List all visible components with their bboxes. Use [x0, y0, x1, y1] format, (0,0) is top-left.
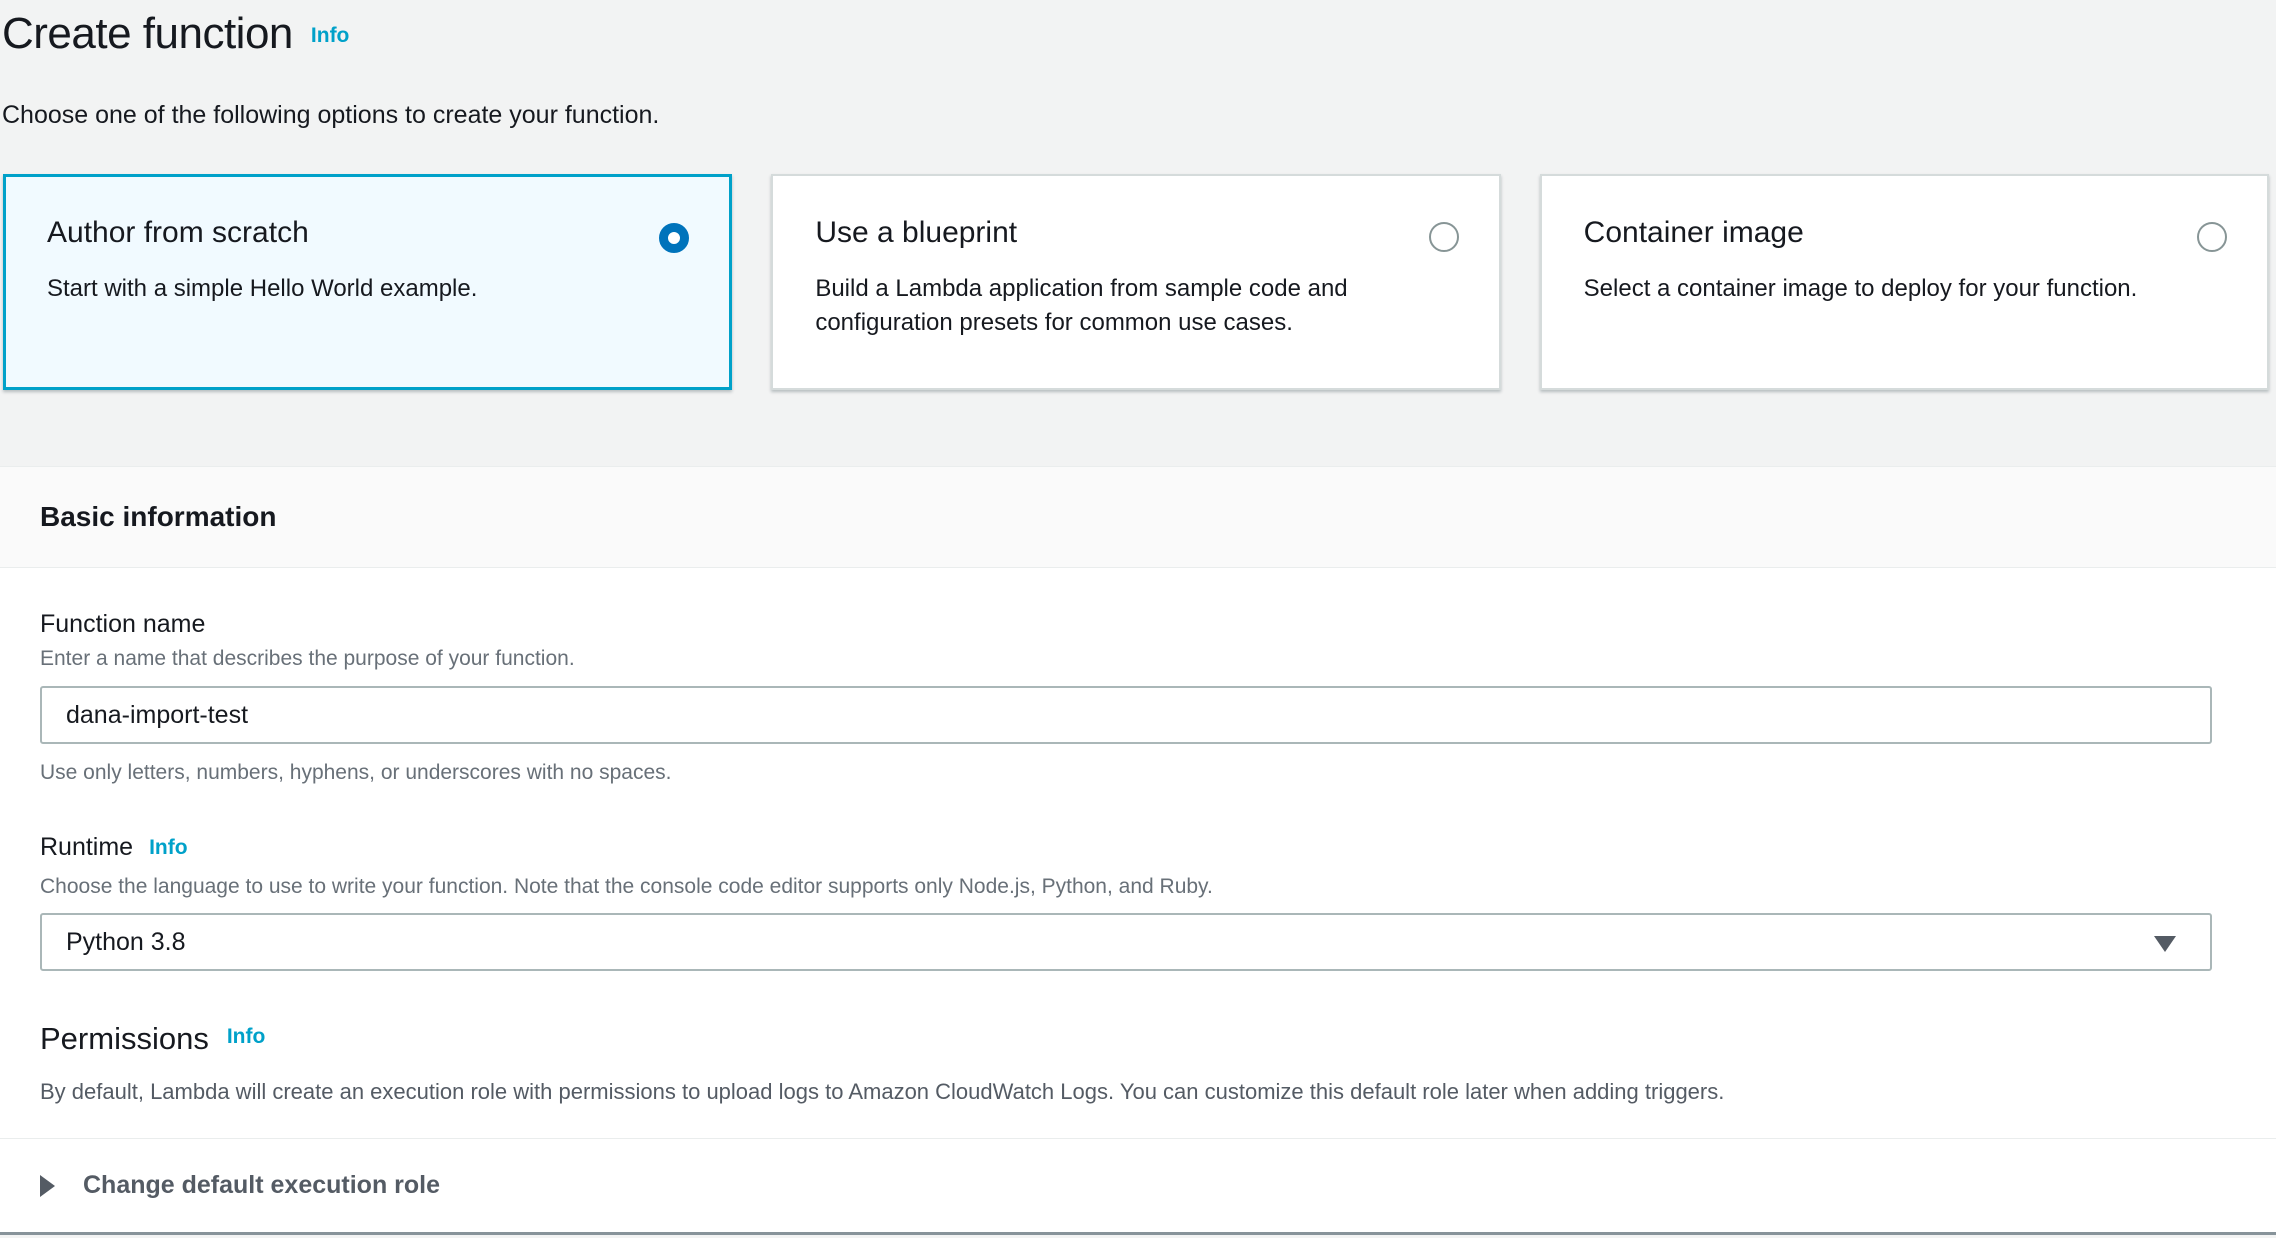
card-title: Container image [1584, 216, 2177, 250]
radio-unselected-icon[interactable] [1429, 222, 1459, 252]
permissions-description: By default, Lambda will create an execut… [40, 1079, 2244, 1105]
radio-selected-icon[interactable] [659, 223, 689, 253]
function-name-label: Function name [40, 610, 2244, 638]
chevron-down-icon [2154, 936, 2176, 952]
section-divider [0, 1232, 2276, 1235]
runtime-info-link[interactable]: Info [149, 836, 187, 859]
function-name-helper: Enter a name that describes the purpose … [40, 647, 2244, 671]
expander-label: Change default execution role [83, 1171, 440, 1200]
card-description: Start with a simple Hello World example. [47, 272, 640, 306]
page-header: Create function Info Choose one of the fo… [0, 0, 2276, 130]
page-subtitle: Choose one of the following options to c… [2, 100, 2276, 130]
basic-information-panel: Function name Enter a name that describe… [0, 568, 2276, 1138]
runtime-select[interactable]: Python 3.8 [40, 913, 2212, 971]
option-card-container-image[interactable]: Container image Select a container image… [1540, 174, 2269, 390]
runtime-label: Runtime [40, 833, 133, 861]
runtime-selected-value: Python 3.8 [66, 928, 186, 957]
basic-information-section-header: Basic information [0, 466, 2276, 568]
function-name-input[interactable] [40, 686, 2212, 744]
option-card-author-from-scratch[interactable]: Author from scratch Start with a simple … [3, 174, 732, 390]
card-title: Use a blueprint [815, 216, 1408, 250]
radio-unselected-icon[interactable] [2197, 222, 2227, 252]
function-name-constraint: Use only letters, numbers, hyphens, or u… [40, 761, 2244, 785]
card-description: Select a container image to deploy for y… [1584, 272, 2177, 306]
change-default-execution-role-toggle[interactable]: Change default execution role [0, 1138, 2276, 1232]
card-description: Build a Lambda application from sample c… [815, 272, 1408, 340]
page-title: Create function [2, 9, 293, 58]
card-title: Author from scratch [47, 216, 640, 250]
expand-arrow-icon [40, 1175, 55, 1197]
creation-option-cards: Author from scratch Start with a simple … [3, 174, 2269, 390]
runtime-helper: Choose the language to use to write your… [40, 875, 2244, 899]
permissions-heading: Permissions [40, 1019, 209, 1059]
permissions-info-link[interactable]: Info [227, 1025, 265, 1048]
basic-information-heading: Basic information [40, 503, 2276, 531]
option-card-use-a-blueprint[interactable]: Use a blueprint Build a Lambda applicati… [771, 174, 1500, 390]
create-function-info-link[interactable]: Info [311, 24, 349, 47]
